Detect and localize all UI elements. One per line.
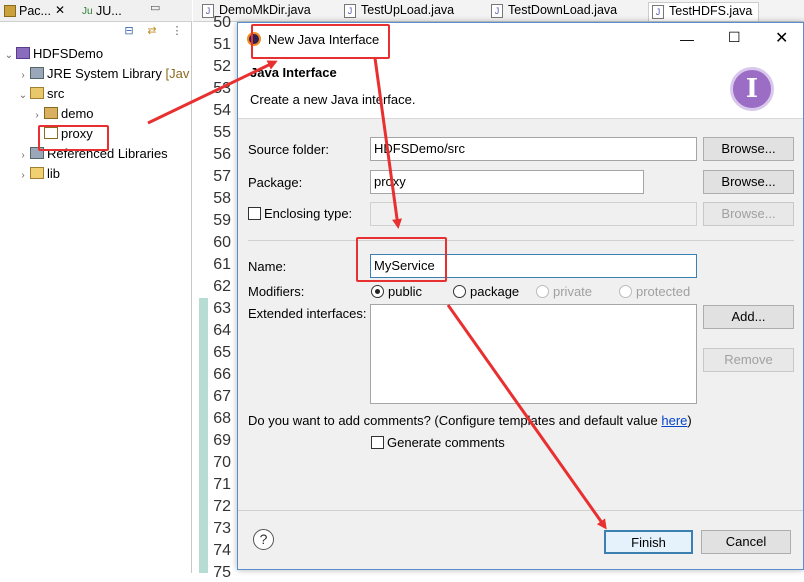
arrow-to-name bbox=[373, 57, 403, 229]
arrow-to-title bbox=[147, 60, 278, 125]
arrow-to-finish bbox=[446, 304, 607, 530]
annotation-arrows bbox=[147, 57, 607, 530]
